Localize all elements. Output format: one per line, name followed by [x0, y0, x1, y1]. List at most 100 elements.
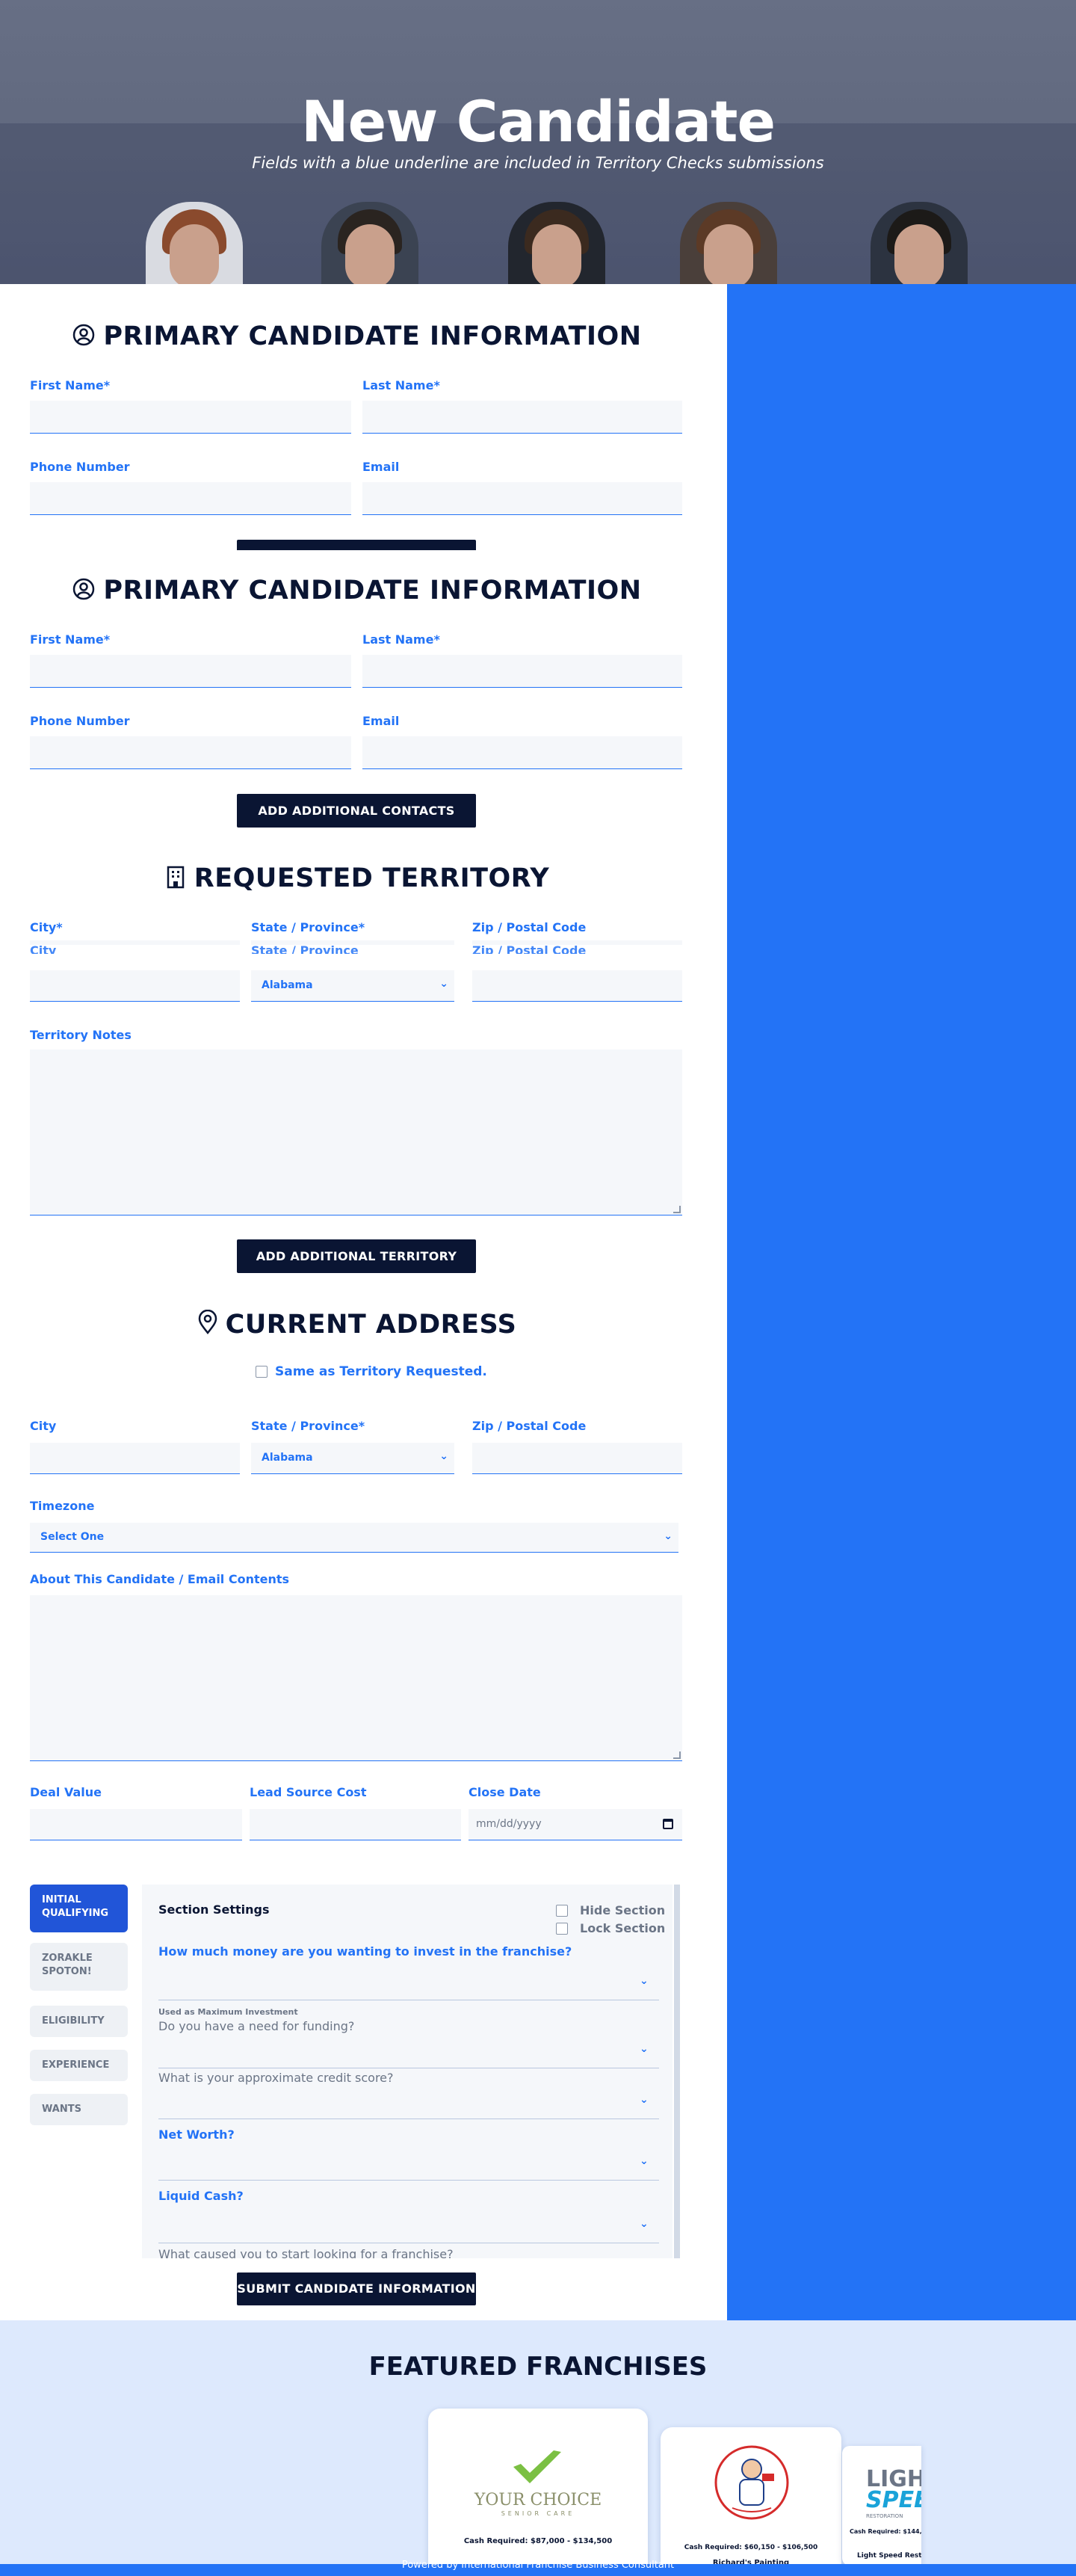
tab-zorakle-spoton[interactable]: ZORAKLE SPOTON!: [30, 1943, 128, 1991]
card-cash-required: Cash Required: $87,000 - $134,500: [463, 2537, 613, 2545]
zip-label: Zip / Postal Code: [472, 920, 587, 934]
state-select[interactable]: Alabama ⌄: [251, 970, 454, 1002]
deal-value-input[interactable]: [30, 1809, 242, 1840]
first-name-label: First Name*: [30, 378, 111, 392]
franchise-card[interactable]: LIGHT SPEED RESTORATION Cash Required: $…: [842, 2446, 921, 2566]
city-label-ghost: City: [30, 943, 57, 954]
zip-input[interactable]: [472, 970, 682, 1002]
timezone-label: Timezone: [30, 1499, 95, 1513]
city-input[interactable]: [30, 1443, 240, 1474]
last-name-input[interactable]: [362, 401, 682, 434]
person-photo: [321, 202, 418, 284]
phone-input[interactable]: [30, 736, 351, 769]
card-cash-required: Cash Required: $60,150 - $106,500: [684, 2544, 818, 2551]
zip-label: Zip / Postal Code: [472, 1419, 587, 1433]
logo-text: SPEED: [866, 2487, 921, 2513]
person-photo: [680, 202, 777, 284]
territory-notes-textarea[interactable]: [30, 1050, 682, 1215]
last-name-label: Last Name*: [362, 378, 440, 392]
close-date-label: Close Date: [469, 1785, 541, 1799]
question-net-worth: Net Worth?: [158, 2127, 235, 2142]
logo-text: YOUR CHOICE: [474, 2491, 602, 2509]
question-credit: What is your approximate credit score?: [158, 2071, 394, 2085]
first-name-input[interactable]: [30, 401, 351, 434]
scrollbar[interactable]: [674, 1885, 680, 2258]
hide-section-label: Hide Section: [580, 1903, 666, 1917]
franchise-card[interactable]: Cash Required: $60,150 - $106,500 Richar…: [661, 2427, 841, 2576]
email-label: Email: [362, 714, 400, 728]
tab-initial-qualifying[interactable]: INITIAL QUALIFYING: [30, 1885, 128, 1932]
chevron-down-icon: ⌄: [664, 1530, 672, 1542]
page-subtitle: Fields with a blue underline are include…: [252, 154, 824, 172]
section-title-address: CURRENT ADDRESS: [0, 1309, 714, 1340]
logo-subtext: RESTORATION: [866, 2513, 903, 2519]
question-note: Used as Maximum Investment: [158, 2007, 298, 2017]
section-settings-title: Section Settings: [158, 1902, 270, 1917]
email-input[interactable]: [362, 482, 682, 515]
last-name-label: Last Name*: [362, 632, 440, 647]
person-photo: [146, 202, 243, 284]
building-icon: [167, 866, 185, 889]
city-label: City*: [30, 920, 63, 934]
question-funding: Do you have a need for funding?: [158, 2019, 355, 2033]
lock-section-label: Lock Section: [580, 1921, 666, 1935]
about-textarea[interactable]: [30, 1595, 682, 1761]
phone-label: Phone Number: [30, 714, 130, 728]
map-pin-icon: [198, 1309, 217, 1335]
page-title: New Candidate: [300, 88, 776, 155]
zip-label-ghost: Zip / Postal Code: [472, 943, 587, 954]
city-input[interactable]: [30, 970, 240, 1002]
chevron-down-icon[interactable]: ⌄: [640, 2043, 649, 2055]
close-date-input[interactable]: mm/dd/yyyy: [469, 1809, 682, 1840]
franchise-card[interactable]: YOUR CHOICE SENIOR CARE Cash Required: $…: [428, 2409, 648, 2576]
add-contacts-button[interactable]: ADD ADDITIONAL CONTACTS: [237, 794, 476, 828]
section-title-primary: PRIMARY CANDIDATE INFORMATION: [0, 321, 714, 351]
logo-subtext: SENIOR CARE: [501, 2510, 575, 2517]
email-input[interactable]: [362, 736, 682, 769]
state-label: State / Province*: [251, 920, 365, 934]
lock-section-checkbox[interactable]: [556, 1923, 568, 1935]
zip-input[interactable]: [472, 1443, 682, 1474]
hide-section-checkbox[interactable]: [556, 1905, 568, 1917]
clipped-button: [237, 540, 476, 550]
state-select[interactable]: Alabama ⌄: [251, 1443, 454, 1474]
tab-experience[interactable]: EXPERIENCE: [30, 2050, 128, 2081]
chevron-down-icon: ⌄: [439, 1450, 448, 1462]
checkmark-logo-icon: [513, 2450, 561, 2483]
phone-input[interactable]: [30, 482, 351, 515]
person-photo: [508, 202, 605, 284]
add-territory-button[interactable]: ADD ADDITIONAL TERRITORY: [237, 1239, 476, 1273]
user-circle-icon: [73, 578, 95, 600]
lead-source-cost-input[interactable]: [250, 1809, 461, 1840]
overlapping-row: City State / Province Zip / Postal Code: [30, 940, 682, 954]
chevron-down-icon[interactable]: ⌄: [640, 2155, 649, 2167]
person-photo: [871, 202, 968, 284]
resize-handle-icon[interactable]: [673, 1206, 681, 1213]
state-label-ghost: State / Province: [251, 943, 359, 954]
tab-wants[interactable]: WANTS: [30, 2094, 128, 2125]
last-name-input[interactable]: [362, 655, 682, 688]
resize-handle-icon[interactable]: [673, 1751, 681, 1759]
painting-hero-logo-icon: [714, 2445, 789, 2520]
tab-eligibility[interactable]: ELIGIBILITY: [30, 2006, 128, 2037]
timezone-select[interactable]: Select One ⌄: [30, 1523, 678, 1553]
question-liquid-cash: Liquid Cash?: [158, 2189, 244, 2203]
side-panel: [727, 284, 1076, 2320]
first-name-input[interactable]: [30, 655, 351, 688]
chevron-down-icon[interactable]: ⌄: [640, 1975, 649, 1987]
footer-credit: Powered by International Franchise Busin…: [401, 2560, 675, 2571]
chevron-down-icon[interactable]: ⌄: [640, 2218, 649, 2230]
phone-label: Phone Number: [30, 460, 130, 474]
submit-button[interactable]: SUBMIT CANDIDATE INFORMATION: [237, 2273, 476, 2305]
question-motivation: What caused you to start looking for a f…: [158, 2247, 454, 2258]
section-title-territory: REQUESTED TERRITORY: [0, 863, 714, 893]
same-as-territory-label: Same as Territory Requested.: [275, 1364, 487, 1379]
card-cash-required: Cash Required: $144,220 -: [850, 2528, 921, 2535]
chevron-down-icon: ⌄: [439, 978, 448, 990]
calendar-icon[interactable]: [663, 1819, 673, 1829]
chevron-down-icon[interactable]: ⌄: [640, 2094, 649, 2106]
select-underline[interactable]: [158, 2180, 659, 2181]
featured-title: FEATURED FRANCHISES: [368, 2352, 708, 2382]
same-as-territory-checkbox[interactable]: [256, 1366, 268, 1378]
email-label: Email: [362, 460, 400, 474]
